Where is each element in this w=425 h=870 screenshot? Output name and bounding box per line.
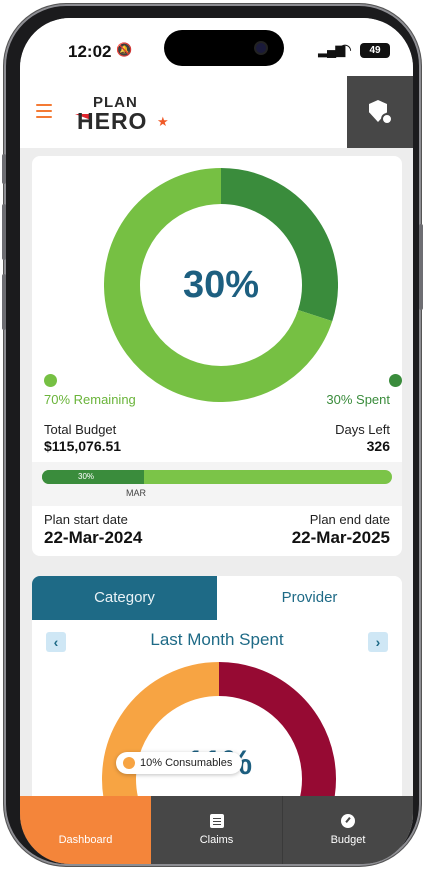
mute-switch [2,154,6,184]
category-card: Category Provider ‹ Last Month Spent › 1… [32,576,402,816]
progress-month-marker: MAR [126,488,146,498]
wifi-icon: ◠ [338,42,352,59]
remaining-legend-dot [44,374,57,387]
bottom-navigation: Dashboard Claims Budget [20,796,413,864]
tab-provider[interactable]: Provider [217,576,402,620]
plan-hero-logo: PLAN HERO ★ [75,94,170,134]
remaining-legend-label: 70% Remaining [44,392,136,407]
spent-legend-label: 30% Spent [326,392,390,407]
power-button [419,224,423,310]
claims-icon [209,814,224,828]
screen: 12:02 🔕 ▂▄▆ ◠ 49 PLAN HERO ★ 30% 70% Rem… [20,18,413,864]
nav-claims[interactable]: Claims [151,796,282,864]
category-donut-svg [102,662,336,816]
battery-icon: 49 [360,43,390,58]
next-month-button[interactable]: › [368,632,388,652]
budget-card: 30% 70% Remaining 30% Spent Total Budget… [32,156,402,556]
section-title: Last Month Spent [150,630,284,649]
status-bar: 12:02 🔕 ▂▄▆ ◠ 49 [20,18,413,76]
nav-budget-label: Budget [330,834,366,846]
hamburger-menu-icon[interactable] [36,104,52,118]
silent-bell-icon: 🔕 [116,42,133,57]
nav-claims-label: Claims [199,834,234,846]
plan-progress-bar: 30% [42,470,392,484]
status-time: 12:02 [68,42,112,61]
camera-icon [254,41,268,55]
tooltip-text: 10% Consumables [140,757,233,769]
days-left-value: 326 [366,438,390,454]
plan-start-value: 22-Mar-2024 [44,528,143,547]
dashboard-icon [79,814,93,828]
spent-percent: 30% [182,264,260,306]
logo-text-hero: HERO [77,108,148,134]
phone-frame: 12:02 🔕 ▂▄▆ ◠ 49 PLAN HERO ★ 30% 70% Rem… [2,4,423,866]
tab-category[interactable]: Category [32,576,217,620]
plan-end-value: 22-Mar-2025 [291,528,390,547]
total-budget-value: $115,076.51 [44,438,122,454]
plan-end-label: Plan end date [309,512,390,527]
plan-progress-label: 30% [78,472,95,481]
nav-budget[interactable]: Budget [282,796,413,864]
app-header: PLAN HERO ★ [20,76,413,148]
category-donut-chart: 11% [100,660,338,816]
volume-down-button [2,274,6,330]
user-badge-icon [381,113,393,125]
days-left-label: Days Left [335,422,390,437]
total-budget-label: Total Budget [44,422,117,437]
plan-start-label: Plan start date [44,512,128,527]
nav-dashboard[interactable]: Dashboard [20,796,151,864]
chart-tooltip: 10% Consumables [116,752,243,774]
budget-icon [341,814,355,828]
tooltip-color-dot [123,757,135,769]
nav-dashboard-label: Dashboard [58,834,113,846]
dynamic-island [164,30,284,66]
volume-up-button [2,204,6,260]
profile-shield-button[interactable] [347,76,413,148]
spent-legend-dot [389,374,402,387]
logo-star-icon: ★ [157,114,169,129]
budget-donut-chart: 30% [104,168,338,402]
plan-progress: 30% MAR [32,462,402,506]
